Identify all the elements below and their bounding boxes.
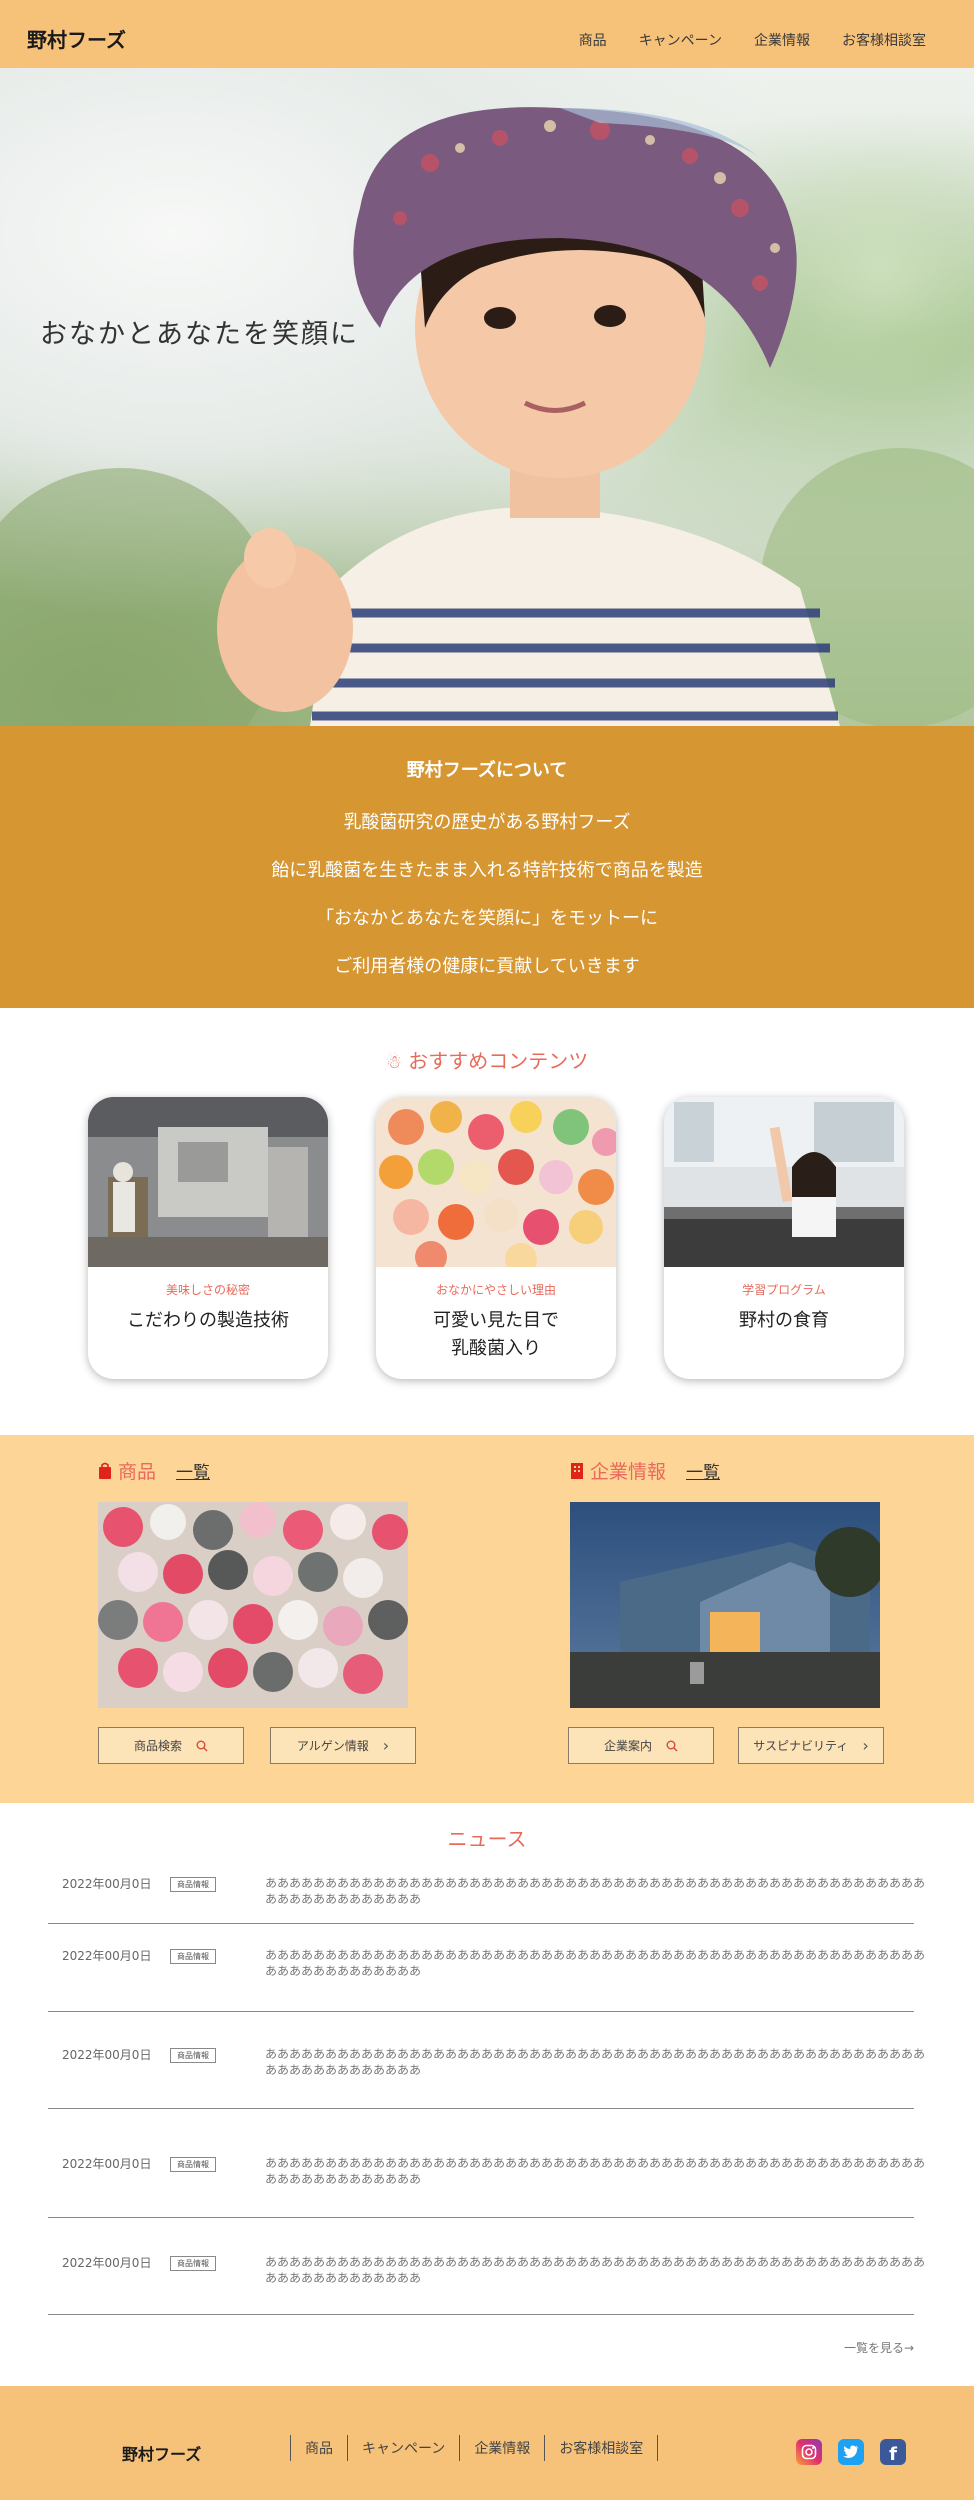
news-text: ああああああああああああああああああああああああああああああああああああああああ… xyxy=(265,2255,926,2285)
footer-logo[interactable]: 野村フーズ xyxy=(122,2441,201,2465)
chevron-right-icon: › xyxy=(382,1736,390,1755)
card-subtitle: おなかにやさしい理由 xyxy=(435,1283,556,1297)
about-line: 乳酸菌研究の歴史がある野村フーズ xyxy=(343,812,631,833)
site-logo[interactable]: 野村フーズ xyxy=(27,24,126,53)
news-row[interactable]: 2022年00月0日 商品情報 ああああああああああああああああああああああああ… xyxy=(48,2012,925,2109)
twitter-icon[interactable] xyxy=(838,2439,864,2465)
nav-item-campaign[interactable]: キャンペーン xyxy=(639,30,722,50)
hero-image: おなかとあなたを笑顔に xyxy=(0,68,974,726)
news-row[interactable]: 2022年00月0日 商品情報 ああああああああああああああああああああああああ… xyxy=(48,2218,925,2315)
company-title: 企業情報 xyxy=(590,1461,667,1483)
product-search-label: 商品検索 xyxy=(133,1739,182,1753)
factory-photo xyxy=(88,1097,328,1267)
company-all-link[interactable]: 一覧 xyxy=(686,1458,720,1483)
product-search-button[interactable]: 商品検索 xyxy=(98,1727,244,1764)
chevron-right-icon: › xyxy=(862,1736,869,1755)
hero-child-photo xyxy=(0,107,974,726)
company-guide-button[interactable]: 企業案内 xyxy=(568,1727,714,1764)
news-row[interactable]: 2022年00月0日 商品情報 ああああああああああああああああああああああああ… xyxy=(48,2109,925,2218)
search-icon xyxy=(196,1740,208,1751)
nav-item-company[interactable]: 企業情報 xyxy=(754,30,810,50)
card-subtitle: 学習プログラム xyxy=(742,1283,826,1297)
footer-nav-campaign[interactable]: キャンペーン xyxy=(347,2435,459,2461)
about-section: 野村フーズについて 乳酸菌研究の歴史がある野村フーズ 飴に乳酸菌を生きたまま入れ… xyxy=(0,726,974,1008)
building-icon xyxy=(571,1462,583,1479)
footer-nav-company[interactable]: 企業情報 xyxy=(459,2435,544,2461)
recommend-card-manufacturing[interactable]: 美味しさの秘密 こだわりの製造技術 xyxy=(88,1097,328,1379)
about-line: ご利用者様の健康に貢献していきます xyxy=(334,956,640,977)
classroom-photo xyxy=(664,1097,904,1267)
nav-item-support[interactable]: お客様相談室 xyxy=(842,30,926,50)
news-text: ああああああああああああああああああああああああああああああああああああああああ… xyxy=(265,2047,926,2077)
recommend-card-education[interactable]: 学習プログラム 野村の食育 xyxy=(664,1097,904,1379)
candy-photo xyxy=(376,1097,616,1267)
recommend-title: ☃ おすすめコンテンツ xyxy=(0,1045,974,1074)
news-date: 2022年00月0日 xyxy=(62,2048,152,2062)
allergen-info-label: アルゲン情報 xyxy=(296,1739,369,1753)
news-title: ニュース xyxy=(447,1827,527,1851)
news-date: 2022年00月0日 xyxy=(62,1949,152,1963)
card-title: 野村の食育 xyxy=(739,1310,829,1331)
news-date: 2022年00月0日 xyxy=(62,2157,152,2171)
news-badge: 商品情報 xyxy=(170,2157,216,2172)
recommend-card-lactic[interactable]: おなかにやさしい理由 可愛い見た目で 乳酸菌入り xyxy=(376,1097,616,1379)
hero-tagline: おなかとあなたを笑顔に xyxy=(40,319,359,350)
news-date: 2022年00月0日 xyxy=(62,1877,152,1891)
company-heading: 企業情報 一覧 xyxy=(570,1457,720,1484)
news-row[interactable]: 2022年00月0日 商品情報 ああああああああああああああああああああああああ… xyxy=(48,1865,925,1924)
news-text: ああああああああああああああああああああああああああああああああああああああああ… xyxy=(265,1948,926,1978)
footer-nav: 商品 キャンペーン 企業情報 お客様相談室 xyxy=(290,2435,659,2461)
products-title: 商品 xyxy=(118,1461,157,1483)
snowman-icon: ☃ xyxy=(385,1052,402,1073)
card-title: こだわりの製造技術 xyxy=(127,1310,289,1331)
site-header: 野村フーズ 商品 キャンペーン 企業情報 お客様相談室 xyxy=(0,0,974,68)
about-line: 飴に乳酸菌を生きたまま入れる特許技術で商品を製造 xyxy=(271,860,703,881)
recommend-title-text: おすすめコンテンツ xyxy=(408,1049,589,1073)
footer-nav-support[interactable]: お客様相談室 xyxy=(544,2435,659,2461)
main-nav: 商品 キャンペーン 企業情報 お客様相談室 xyxy=(579,30,926,50)
instagram-icon[interactable] xyxy=(796,2439,822,2465)
search-icon xyxy=(666,1740,678,1751)
card-subtitle: 美味しさの秘密 xyxy=(165,1283,250,1297)
news-row[interactable]: 2022年00月0日 商品情報 ああああああああああああああああああああああああ… xyxy=(48,1924,925,2012)
news-date: 2022年00月0日 xyxy=(62,2256,152,2270)
footer-nav-products[interactable]: 商品 xyxy=(290,2435,347,2461)
products-candy-photo[interactable] xyxy=(98,1502,408,1708)
products-all-link[interactable]: 一覧 xyxy=(176,1458,210,1483)
sustainability-label: サスピナビリティ xyxy=(753,1739,849,1753)
products-heading: 商品 一覧 xyxy=(98,1457,210,1484)
about-title: 野村フーズについて xyxy=(406,760,568,781)
news-badge: 商品情報 xyxy=(170,1949,216,1964)
sustainability-button[interactable]: サスピナビリティ › xyxy=(738,1727,884,1764)
news-more-link[interactable]: 一覧を見る→ xyxy=(844,2339,914,2356)
about-line: 「おなかとあなたを笑顔に」をモットーに xyxy=(316,908,658,929)
news-text: ああああああああああああああああああああああああああああああああああああああああ… xyxy=(265,1876,926,1906)
news-badge: 商品情報 xyxy=(170,1877,216,1892)
news-badge: 商品情報 xyxy=(170,2048,216,2063)
news-text: ああああああああああああああああああああああああああああああああああああああああ… xyxy=(265,2156,926,2186)
card-title: 可愛い見た目で 乳酸菌入り xyxy=(433,1310,559,1359)
company-building-photo[interactable] xyxy=(570,1502,880,1708)
news-badge: 商品情報 xyxy=(170,2256,216,2271)
nav-item-products[interactable]: 商品 xyxy=(579,30,607,50)
allergen-info-button[interactable]: アルゲン情報 › xyxy=(270,1727,416,1764)
facebook-icon[interactable]: f xyxy=(880,2439,906,2465)
shopping-bag-icon xyxy=(99,1462,111,1479)
company-guide-label: 企業案内 xyxy=(603,1739,652,1753)
